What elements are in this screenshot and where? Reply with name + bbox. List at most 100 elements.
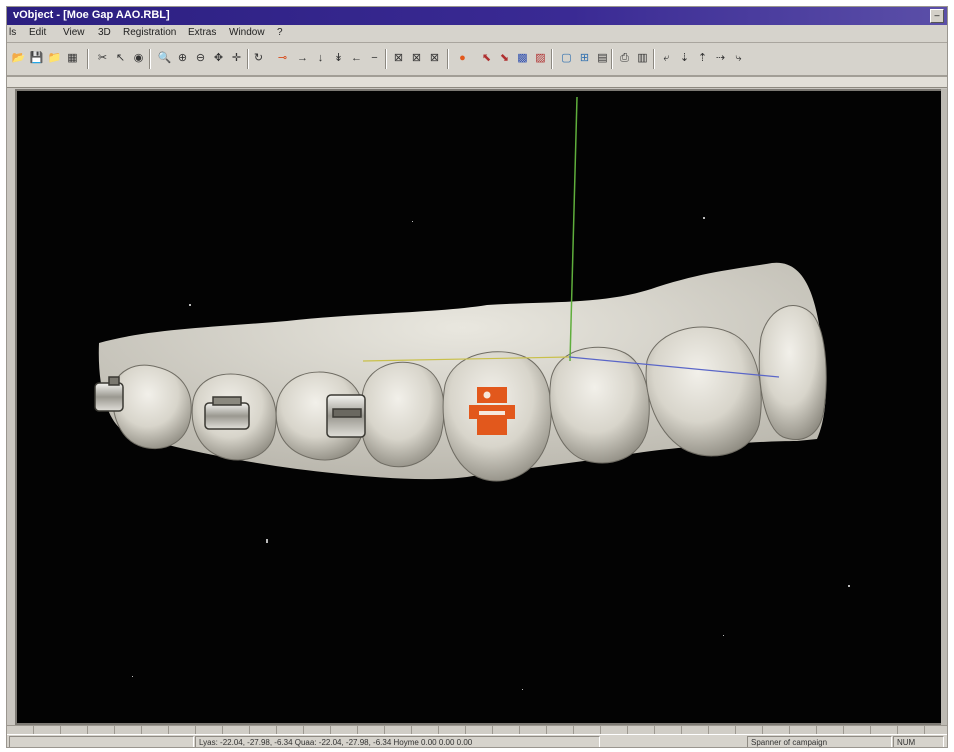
rotate-icon: ↻: [253, 52, 264, 64]
toolbar-separator: [611, 49, 613, 69]
menu-help[interactable]: ?: [277, 27, 283, 38]
grid-button[interactable]: ▩: [515, 51, 530, 66]
title-bar[interactable]: vObject - [Moe Gap AAO.RBL] –: [7, 7, 947, 25]
menu-edit[interactable]: Edit: [29, 27, 46, 38]
status-message: Spanner of campaign: [747, 736, 892, 747]
arrow-left-icon: ←: [351, 52, 362, 64]
save-icon: 💾: [29, 52, 44, 64]
move-button[interactable]: ✥: [211, 51, 226, 66]
move-icon: ✥: [213, 52, 224, 64]
menu-window[interactable]: Window: [229, 27, 265, 38]
zoom-in-button[interactable]: ⊕: [175, 51, 190, 66]
status-coordinates: Lyas: -22.04, -27.98, -6.34 Quaa: -22.04…: [195, 736, 600, 747]
pointer-button[interactable]: ↖: [113, 51, 128, 66]
dental-model-render: [94, 96, 850, 690]
minus-button[interactable]: −: [367, 51, 382, 66]
view-top-icon: ⊠: [429, 52, 440, 64]
menu-extras[interactable]: Extras: [188, 27, 216, 38]
toolbar: 📂 💾 📁 ▦ ✂ ↖ ◉ 🔍 ⊕ ⊖ ✥ ✛ ↻ ⊸ → ↓ ↡ ← − ⊠ ⊠ ⊠ ● ⬉ ⬊ ▩ ▨ ▢ ⊞ ▤ ⎙ ▥ ⤶ ⇣ ⇡ ⇢ ⤷: [7, 43, 947, 77]
vertical-scrollbar[interactable]: [941, 89, 947, 725]
pointer-icon: ↖: [115, 52, 126, 64]
arrow-right-icon: →: [297, 52, 308, 64]
palette-button[interactable]: ◉: [131, 51, 146, 66]
select-red-button[interactable]: ⊸: [275, 51, 290, 66]
axis-4-icon: ⇢: [715, 52, 726, 64]
save-as-button[interactable]: ▦: [65, 51, 80, 66]
toolbar-separator: [149, 49, 151, 69]
select-red-icon: ⊸: [277, 52, 288, 64]
toolbar-separator: [87, 49, 89, 69]
status-num-indicator: NUM: [893, 736, 944, 747]
view-front-icon: ⊠: [393, 52, 404, 64]
panel-button[interactable]: ▤: [595, 51, 610, 66]
axis-button[interactable]: ⤶: [659, 51, 674, 66]
axis-3-button[interactable]: ⇡: [695, 51, 710, 66]
open-folder-button[interactable]: 📂: [11, 51, 26, 66]
horizontal-scrollbar[interactable]: [7, 725, 947, 734]
select-tool-2-icon: ⬊: [499, 52, 510, 64]
select-tool-button[interactable]: ⬉: [479, 51, 494, 66]
menu-3d[interactable]: 3D: [98, 27, 111, 38]
mesh-button[interactable]: ▨: [533, 51, 548, 66]
view-side-icon: ⊠: [411, 52, 422, 64]
axis-icon: ⤶: [663, 52, 670, 64]
palette-icon: ◉: [133, 52, 144, 64]
orange-dot-icon: ●: [459, 52, 466, 64]
view-top-button[interactable]: ⊠: [427, 51, 442, 66]
zoom-icon: 🔍: [157, 52, 172, 64]
save-as-icon: ▦: [67, 52, 78, 64]
save-button[interactable]: 💾: [29, 51, 44, 66]
view-side-button[interactable]: ⊠: [409, 51, 424, 66]
axis-2-icon: ⇣: [679, 52, 690, 64]
open-file-button[interactable]: 📁: [47, 51, 62, 66]
arrow-small-down-button[interactable]: ↡: [331, 51, 346, 66]
zoom-button[interactable]: 🔍: [157, 51, 172, 66]
pan-icon: ✛: [231, 52, 242, 64]
orange-dot-button[interactable]: ●: [455, 51, 470, 66]
menu-registration[interactable]: Registration: [123, 27, 176, 38]
select-tool-2-button[interactable]: ⬊: [497, 51, 512, 66]
3d-viewport[interactable]: [15, 89, 947, 725]
select-tool-icon: ⬉: [481, 52, 492, 64]
monitor-button[interactable]: ▥: [635, 51, 650, 66]
menu-view[interactable]: View: [63, 27, 85, 38]
rotate-button[interactable]: ↻: [251, 51, 266, 66]
open-file-icon: 📁: [47, 52, 62, 64]
axis-3-icon: ⇡: [697, 52, 708, 64]
toolbar-separator: [385, 49, 387, 69]
axis-4-button[interactable]: ⇢: [713, 51, 728, 66]
toolbar-separator: [551, 49, 553, 69]
cut-button[interactable]: ✂: [95, 51, 110, 66]
window-button[interactable]: ▢: [559, 51, 574, 66]
arrow-down-button[interactable]: ↓: [313, 51, 328, 66]
pan-button[interactable]: ✛: [229, 51, 244, 66]
axis-5-button[interactable]: ⤷: [731, 51, 746, 66]
zoom-out-button[interactable]: ⊖: [193, 51, 208, 66]
print-icon: ⎙: [620, 52, 629, 64]
arrow-right-button[interactable]: →: [295, 51, 310, 66]
arrow-left-button[interactable]: ←: [349, 51, 364, 66]
arrow-small-down-icon: ↡: [333, 52, 344, 64]
zoom-out-icon: ⊖: [195, 52, 206, 64]
bracket-molar: [94, 382, 124, 412]
mesh-icon: ▨: [535, 52, 546, 64]
toolbar-separator: [447, 49, 449, 69]
toolbar-separator: [653, 49, 655, 69]
layout-button[interactable]: ⊞: [577, 51, 592, 66]
restore-button[interactable]: –: [930, 9, 944, 23]
menu-bar: ls Edit View 3D Registration Extras Wind…: [7, 25, 947, 43]
print-button[interactable]: ⎙: [617, 51, 632, 66]
status-pane-empty: [9, 736, 194, 747]
menu-file[interactable]: ls: [9, 27, 16, 38]
app-window: vObject - [Moe Gap AAO.RBL] – ls Edit Vi…: [6, 6, 948, 748]
axis-5-icon: ⤷: [735, 52, 742, 64]
axis-2-button[interactable]: ⇣: [677, 51, 692, 66]
view-front-button[interactable]: ⊠: [391, 51, 406, 66]
window-icon: ▢: [561, 52, 572, 64]
ruler: [7, 77, 947, 88]
toolbar-separator: [247, 49, 249, 69]
layout-icon: ⊞: [579, 52, 590, 64]
zoom-in-icon: ⊕: [177, 52, 188, 64]
cut-icon: ✂: [97, 52, 108, 64]
monitor-icon: ▥: [637, 52, 648, 64]
